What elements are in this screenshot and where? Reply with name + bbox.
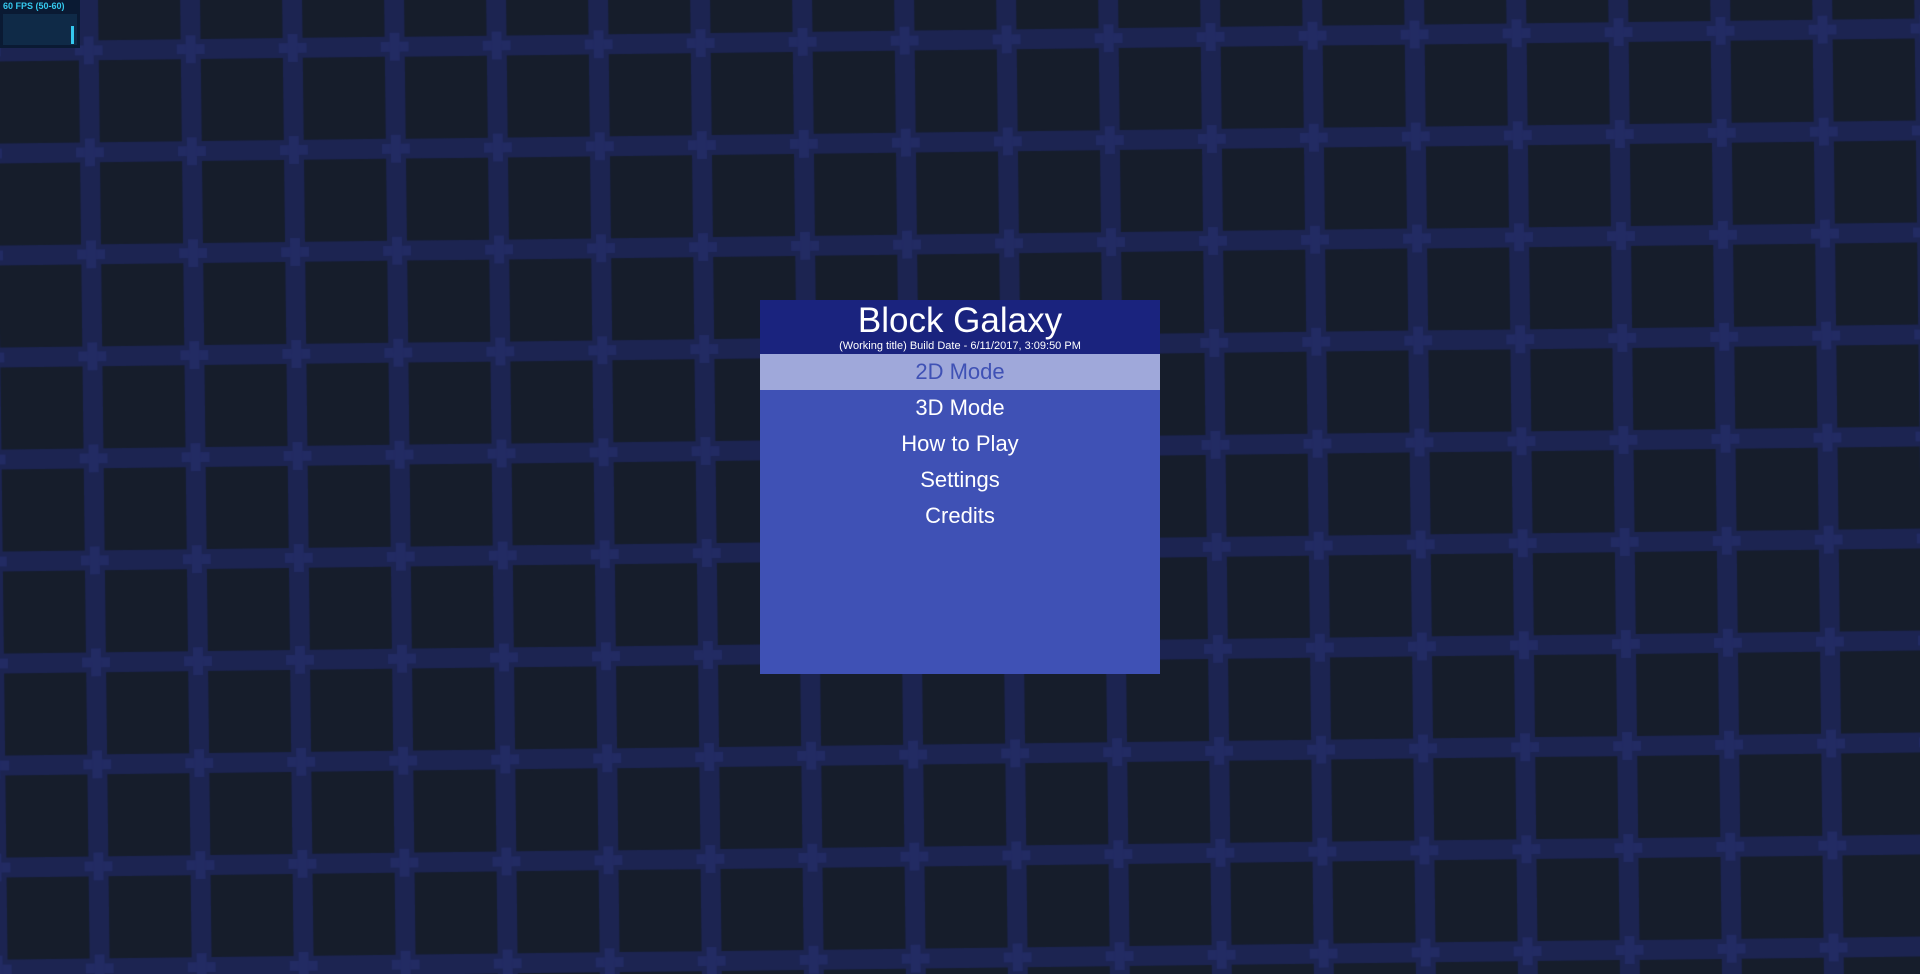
fps-meter: 60 FPS (50-60) [0, 0, 80, 48]
menu-header: Block Galaxy (Working title) Build Date … [760, 300, 1160, 354]
main-menu-panel: Block Galaxy (Working title) Build Date … [760, 300, 1160, 674]
game-title: Block Galaxy [857, 301, 1063, 340]
fps-label: 60 FPS (50-60) [3, 1, 65, 11]
menu-item-how-to-play[interactable]: How to Play [760, 426, 1160, 462]
menu-list: 2D Mode 3D Mode How to Play Settings Cre… [760, 354, 1160, 534]
menu-item-credits[interactable]: Credits [760, 498, 1160, 534]
menu-item-2d-mode[interactable]: 2D Mode [760, 354, 1160, 390]
menu-item-3d-mode[interactable]: 3D Mode [760, 390, 1160, 426]
fps-graph [3, 14, 77, 45]
build-date-subtitle: (Working title) Build Date - 6/11/2017, … [839, 340, 1081, 352]
menu-item-settings[interactable]: Settings [760, 462, 1160, 498]
fps-graph-bar [71, 26, 74, 44]
